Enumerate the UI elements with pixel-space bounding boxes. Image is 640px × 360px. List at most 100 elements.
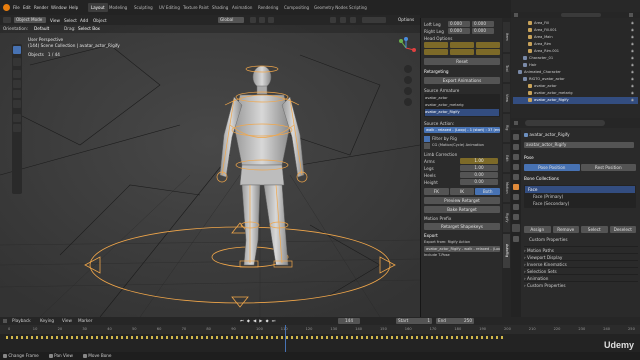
render-tab-icon[interactable] — [513, 144, 519, 150]
filter-checkbox[interactable] — [424, 135, 430, 142]
tool-tab-icon[interactable] — [513, 134, 519, 140]
eye-icon[interactable]: ◉ — [631, 41, 634, 48]
reset-button[interactable]: Reset — [424, 58, 500, 65]
navigation-gizmo[interactable] — [395, 37, 417, 59]
menu-playback[interactable]: Playback — [12, 318, 31, 323]
orientation-value[interactable]: Default — [34, 26, 49, 31]
workspace-shading[interactable]: Shading — [209, 3, 231, 12]
bone-collections-header[interactable]: Bone Collections — [524, 176, 559, 181]
armature-data-tab-icon[interactable] — [512, 224, 520, 232]
play-icon[interactable]: ▶ — [259, 318, 262, 323]
tab-tool[interactable]: Tool — [503, 54, 510, 82]
list-item[interactable]: avatar_actor — [425, 95, 499, 102]
outliner-row[interactable]: avatar_actor_metarig ◉ — [513, 90, 638, 97]
end-frame-field[interactable]: End 250 — [436, 318, 474, 324]
bone-collection-face[interactable]: Face — [525, 186, 635, 193]
menu-timeline-view[interactable]: View — [62, 318, 72, 323]
jump-end-icon[interactable]: ⏭ — [272, 318, 276, 323]
outliner-row[interactable]: Hair ◉ — [513, 62, 638, 69]
options-menu[interactable]: Options — [398, 17, 414, 22]
remove-button[interactable]: Remove — [552, 226, 579, 233]
workspace-sculpting[interactable]: Sculpting — [131, 3, 156, 12]
properties-section-header[interactable]: › Animation — [524, 274, 638, 281]
tab-motion[interactable]: Motion — [503, 174, 510, 202]
properties-section-header[interactable]: › Custom Properties — [524, 281, 638, 288]
current-frame-field[interactable]: 144 — [338, 318, 360, 324]
head-field-e[interactable] — [450, 49, 474, 55]
menu-window[interactable]: Window — [51, 4, 67, 11]
menu-help[interactable]: Help — [69, 4, 78, 11]
tab-item[interactable]: Item — [503, 22, 510, 52]
play-reverse-icon[interactable]: ◀ — [253, 318, 256, 323]
custom-properties-inner[interactable]: Custom Properties — [529, 237, 568, 242]
workspace-geometry-nodes[interactable]: Geometry Nodes — [311, 3, 351, 12]
right-leg-v2[interactable]: 0.000 — [472, 28, 494, 34]
rotate-tool-icon[interactable] — [13, 80, 21, 88]
workspace-compositing[interactable]: Compositing — [281, 3, 312, 12]
tab-edit[interactable]: Edit — [503, 144, 510, 172]
eye-icon[interactable]: ◉ — [631, 27, 634, 34]
export-header[interactable]: Export — [424, 232, 500, 239]
workspace-modeling[interactable]: Modeling — [106, 3, 130, 12]
eye-icon[interactable]: ◉ — [631, 55, 634, 62]
fk-toggle[interactable]: FK — [424, 188, 449, 195]
left-leg-v1[interactable]: 0.000 — [448, 21, 470, 27]
left-leg-v2[interactable]: 0.000 — [472, 21, 494, 27]
eye-icon[interactable]: ◉ — [631, 62, 634, 69]
menu-add[interactable]: Add — [80, 18, 88, 23]
outliner-row[interactable]: Area_Main ◉ — [513, 34, 638, 41]
outliner-row[interactable]: Area_Rim.001 ◉ — [513, 48, 638, 55]
bone-tab-icon[interactable] — [513, 236, 519, 242]
preview-retarget-button[interactable]: Preview Retarget — [424, 197, 500, 204]
transform-tool-icon[interactable] — [13, 100, 21, 108]
eye-icon[interactable]: ◉ — [631, 83, 634, 90]
bake-retarget-button[interactable]: Bake Retarget — [424, 206, 500, 213]
measure-tool-icon[interactable] — [13, 124, 21, 132]
eye-icon[interactable]: ◉ — [631, 97, 634, 104]
scene-tab-icon[interactable] — [513, 164, 519, 170]
properties-search-input[interactable] — [525, 120, 605, 126]
eye-icon[interactable]: ◉ — [631, 48, 634, 55]
bone-collection-face-secondary[interactable]: Face (Secondary) — [525, 200, 635, 207]
playhead[interactable] — [285, 325, 286, 352]
blender-logo-icon[interactable] — [3, 4, 10, 11]
menu-render[interactable]: Render — [34, 4, 48, 11]
object-tab-icon[interactable] — [513, 184, 519, 190]
properties-section-header[interactable]: › Motion Paths — [524, 246, 638, 253]
ortho-toggle-icon[interactable] — [404, 98, 412, 106]
limb-value-arms[interactable]: 1.00 — [460, 158, 498, 164]
output-tab-icon[interactable] — [513, 154, 519, 160]
both-toggle[interactable]: Both — [475, 188, 501, 195]
eye-icon[interactable]: ◉ — [631, 34, 634, 41]
outliner-row[interactable]: Character_01 ◉ — [513, 55, 638, 62]
menu-keying[interactable]: Keying — [40, 318, 54, 323]
eye-icon[interactable]: ◉ — [631, 90, 634, 97]
head-field-c[interactable] — [476, 42, 500, 48]
move-tool-icon[interactable] — [13, 70, 21, 78]
modifier-tab-icon[interactable] — [513, 194, 519, 200]
start-frame-field[interactable]: Start 1 — [396, 318, 432, 324]
workspace-animation[interactable]: Animation — [229, 3, 255, 12]
pose-position-button[interactable]: Pose Position — [524, 164, 580, 171]
menu-view[interactable]: View — [50, 18, 60, 23]
timeline-editor-icon[interactable] — [3, 319, 7, 323]
eye-icon[interactable]: ◉ — [631, 69, 634, 76]
rest-position-button[interactable]: Rest Position — [580, 164, 636, 171]
properties-section-header[interactable]: › Inverse Kinematics — [524, 260, 638, 267]
drag-value[interactable]: Select Box — [78, 26, 100, 31]
head-field-b[interactable] — [450, 42, 474, 48]
scale-tool-icon[interactable] — [13, 90, 21, 98]
pivot-icon[interactable] — [250, 17, 256, 23]
outliner-editor-icon[interactable] — [514, 13, 518, 17]
limb-value-height[interactable]: 0.00 — [460, 179, 498, 185]
jump-start-icon[interactable]: ⏮ — [240, 318, 244, 323]
editor-type-icon[interactable] — [3, 17, 11, 23]
3d-viewport[interactable]: User Perspective (144) Scene Collection … — [0, 25, 420, 317]
tab-rig[interactable]: Rig — [503, 114, 510, 142]
filter-icon[interactable] — [629, 13, 633, 17]
outliner-row[interactable]: avatar_actor ◉ — [513, 83, 638, 90]
next-key-icon[interactable]: ◆ — [265, 318, 268, 323]
deselect-button[interactable]: Deselect — [609, 226, 636, 233]
mode-selector[interactable]: Object Mode — [14, 17, 46, 23]
limb-value-legs[interactable]: 1.00 — [460, 165, 498, 171]
